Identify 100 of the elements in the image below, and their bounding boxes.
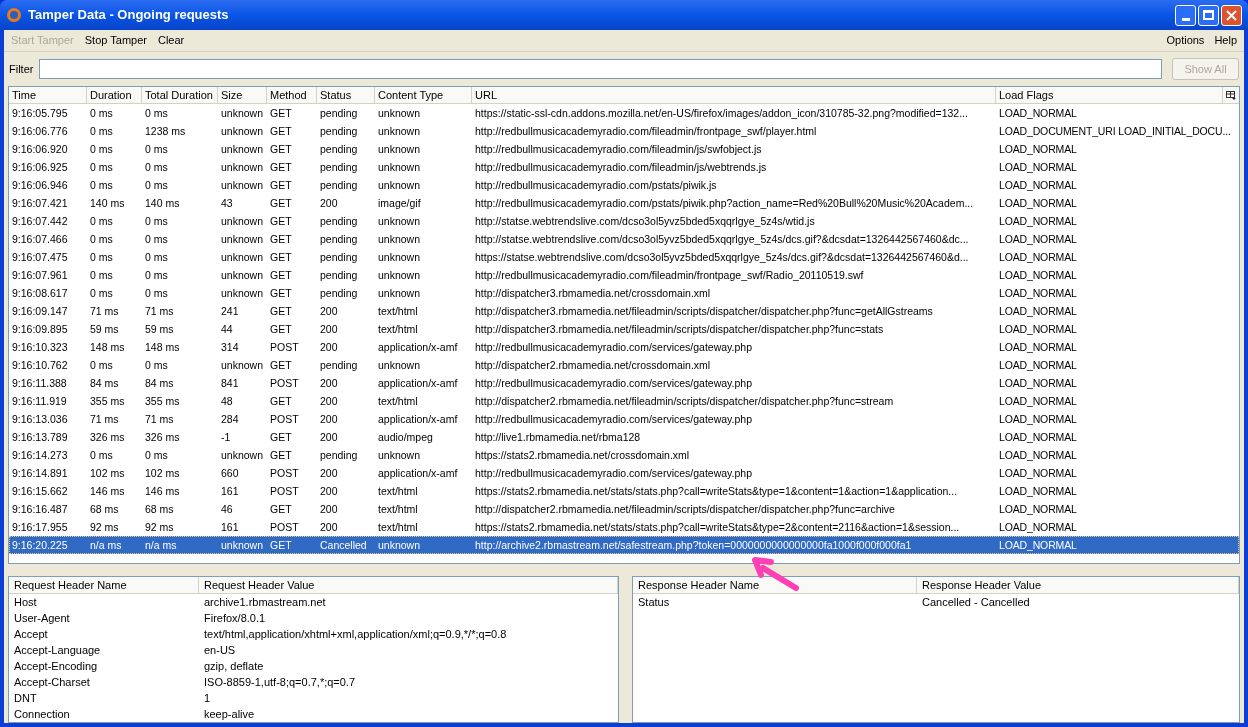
table-cell-text: 0 ms [144, 250, 169, 265]
toolbar-item[interactable]: Clear [157, 32, 185, 49]
column-header[interactable]: Status [317, 87, 375, 103]
request-row[interactable]: 9:16:13.036 71 ms 71 ms 284 POST 200 application/x-amf http://redbullmusicacademyradio.com/services/gateway.php LOAD_NORMAL [9, 410, 1239, 428]
request-row[interactable]: 9:16:06.925 0 ms 0 ms unknown GET pending unknown http://redbullmusicacademyradio.com/fileadmin/js/webtrends.js LOAD_NORMAL [9, 158, 1239, 176]
column-header[interactable]: Duration [87, 87, 142, 103]
table-cell-text: 146 ms [89, 484, 126, 499]
request-row[interactable]: 9:16:05.795 0 ms 0 ms unknown GET pending unknown https://static-ssl-cdn.addons.mozilla.net/en-US/firefox/images/addon_icon/310785-32.png?modified=132... LOAD_NORMAL [9, 104, 1239, 122]
column-header[interactable]: Size [218, 87, 267, 103]
request-row[interactable]: 9:16:15.662 146 ms 146 ms 161 POST 200 text/html https://stats2.rbmamedia.net/stats/stats.php?call=writeStats&type=1&content=1&action=1&application... LOAD_NORMAL [9, 482, 1239, 500]
column-header[interactable]: Time [9, 87, 87, 103]
table-cell-text: 0 ms [144, 142, 169, 157]
table-cell-text: 200 [319, 466, 339, 481]
request-row[interactable]: 9:16:07.961 0 ms 0 ms unknown GET pending unknown http://redbullmusicacademyradio.com/fileadmin/frontpage_swf/Radio_20110519.swf LOAD_NORMAL [9, 266, 1239, 284]
column-header[interactable]: Request Header Name [9, 577, 199, 593]
table-cell-text: Accept-Encoding [13, 659, 99, 674]
table-cell-text: 355 ms [144, 394, 181, 409]
table-cell-text: https://stats2.rbmamedia.net/stats/stats.php?call=writeStats&type=1&content=1&action=1&application... [474, 484, 959, 499]
table-cell-text: 0 ms [144, 286, 169, 301]
table-cell-text: pending [319, 178, 359, 193]
minimize-button[interactable] [1175, 4, 1196, 26]
close-button[interactable] [1221, 4, 1242, 26]
request-row[interactable]: 9:16:16.487 68 ms 68 ms 46 GET 200 text/html http://dispatcher2.rbmamedia.net/fileadmin/scripts/dispatcher/dispatcher.php?func=archive LOAD_NORMAL [9, 500, 1239, 518]
table-cell-text: 102 ms [144, 466, 181, 481]
request-row[interactable]: 9:16:09.147 71 ms 71 ms 241 GET 200 text/html http://dispatcher3.rbmamedia.net/fileadmin/scripts/dispatcher/dispatcher.php?func=getAllGstreams LOAD_NORMAL [9, 302, 1239, 320]
request-row[interactable]: 9:16:07.421 140 ms 140 ms 43 GET 200 image/gif http://redbullmusicacademyradio.com/pstats/piwik.php?action_name=Red%20Bull%20Music%20Academ... LOAD_NORMAL [9, 194, 1239, 212]
column-header[interactable]: Total Duration [142, 87, 218, 103]
table-cell-text: Host [13, 595, 38, 610]
request-row[interactable]: 9:16:14.273 0 ms 0 ms unknown GET pending unknown https://stats2.rbmamedia.net/crossdomain.xml LOAD_NORMAL [9, 446, 1239, 464]
column-header[interactable]: Response Header Value [917, 577, 1239, 593]
table-cell-text: 241 [220, 304, 240, 319]
request-row[interactable]: 9:16:06.776 0 ms 1238 ms unknown GET pending unknown http://redbullmusicacademyradio.com/fileadmin/frontpage_swf/player.html LOAD_DOCUMENT_URI LOAD_INITIAL_DOCU... [9, 122, 1239, 140]
table-cell-text: unknown [220, 142, 265, 157]
table-cell-text: 140 ms [144, 196, 181, 211]
maximize-button[interactable] [1198, 4, 1219, 26]
table-cell-text: LOAD_NORMAL [998, 412, 1078, 427]
table-cell-text: pending [319, 124, 359, 139]
table-cell-text: 148 ms [89, 340, 126, 355]
table-cell-text: LOAD_NORMAL [998, 448, 1078, 463]
table-cell-text: 0 ms [89, 160, 114, 175]
request-row[interactable]: 9:16:06.920 0 ms 0 ms unknown GET pending unknown http://redbullmusicacademyradio.com/fileadmin/js/swfobject.js LOAD_NORMAL [9, 140, 1239, 158]
menu-item[interactable]: Options [1166, 32, 1205, 49]
table-cell-text: 148 ms [144, 340, 181, 355]
column-header[interactable]: Response Header Name [633, 577, 917, 593]
table-cell-text: 314 [220, 340, 240, 355]
table-cell-text: GET [269, 358, 293, 373]
table-cell-text: LOAD_NORMAL [998, 160, 1078, 175]
table-cell-text: unknown [377, 160, 422, 175]
table-cell-text: Status [637, 595, 671, 610]
table-cell-text: 9:16:06.920 [11, 142, 69, 157]
request-row[interactable]: 9:16:20.225 n/a ms n/a ms unknown GET Cancelled unknown http://archive2.rbmastream.net/safestream.php?token=0000000000000000fa1000f000f000fa1 LOAD_NORMAL [9, 536, 1239, 554]
filter-field[interactable] [39, 59, 1162, 79]
request-row[interactable]: 9:16:10.323 148 ms 148 ms 314 POST 200 application/x-amf http://redbullmusicacademyradio.com/services/gateway.php LOAD_NORMAL [9, 338, 1239, 356]
table-cell-text: 9:16:07.442 [11, 214, 69, 229]
table-cell-text: unknown [220, 286, 265, 301]
request-row[interactable]: 9:16:06.946 0 ms 0 ms unknown GET pending unknown http://redbullmusicacademyradio.com/pstats/piwik.js LOAD_NORMAL [9, 176, 1239, 194]
table-cell-text: 68 ms [89, 502, 120, 517]
table-cell-text: 9:16:06.925 [11, 160, 69, 175]
table-cell-text: en-US [203, 643, 237, 658]
column-header[interactable]: Load Flags [996, 87, 1223, 103]
request-row[interactable]: 9:16:09.895 59 ms 59 ms 44 GET 200 text/html http://dispatcher3.rbmamedia.net/fileadmin/scripts/dispatcher/dispatcher.php?func=stats LOAD_NORMAL [9, 320, 1239, 338]
request-row[interactable]: 9:16:11.388 84 ms 84 ms 841 POST 200 application/x-amf http://redbullmusicacademyradio.com/services/gateway.php LOAD_NORMAL [9, 374, 1239, 392]
request-row[interactable]: 9:16:08.617 0 ms 0 ms unknown GET pending unknown http://dispatcher3.rbmamedia.net/crossdomain.xml LOAD_NORMAL [9, 284, 1239, 302]
table-cell-text: unknown [220, 160, 265, 175]
request-row[interactable]: 9:16:07.475 0 ms 0 ms unknown GET pending unknown https://statse.webtrendslive.com/dcso3ol5yvz5bded5xqqrlgye_5z4s/dcs.gif?&dcsdat=1326442567460&d... LOAD_NORMAL [9, 248, 1239, 266]
request-row[interactable]: 9:16:13.789 326 ms 326 ms -1 GET 200 audio/mpeg http://live1.rbmamedia.net/rbma128 LOAD_NORMAL [9, 428, 1239, 446]
table-cell-text: LOAD_NORMAL [998, 142, 1078, 157]
column-header[interactable]: Request Header Value [199, 577, 618, 593]
column-picker-icon[interactable] [1226, 90, 1236, 100]
column-header[interactable]: Content Type [375, 87, 472, 103]
table-cell-text: LOAD_NORMAL [998, 178, 1078, 193]
table-cell-text: http://redbullmusicacademyradio.com/services/gateway.php [474, 466, 754, 481]
table-cell-text: text/html [377, 502, 419, 517]
table-cell-text: 200 [319, 484, 339, 499]
table-cell-text: LOAD_NORMAL [998, 286, 1078, 301]
request-row[interactable]: 9:16:07.442 0 ms 0 ms unknown GET pending unknown http://statse.webtrendslive.com/dcso3ol5yvz5bded5xqqrlgye_5z4s/wtid.js LOAD_NORMAL [9, 212, 1239, 230]
table-cell-text: unknown [220, 538, 265, 553]
table-cell-text: image/gif [377, 196, 422, 211]
menu-item[interactable]: Help [1214, 32, 1237, 49]
table-cell-text: http://redbullmusicacademyradio.com/fileadmin/frontpage_swf/player.html [474, 124, 818, 139]
table-cell-text: n/a ms [89, 538, 123, 553]
column-header[interactable]: Method [267, 87, 317, 103]
table-cell-text: Cancelled [319, 538, 368, 553]
table-cell-text: POST [269, 484, 300, 499]
column-header[interactable]: URL [472, 87, 996, 103]
request-row[interactable]: 9:16:11.919 355 ms 355 ms 48 GET 200 text/html http://dispatcher2.rbmamedia.net/fileadmin/scripts/dispatcher/dispatcher.php?func=stream LOAD_NORMAL [9, 392, 1239, 410]
table-cell-text: 146 ms [144, 484, 181, 499]
table-cell-text: unknown [377, 124, 422, 139]
table-cell-text: GET [269, 502, 293, 517]
request-row[interactable]: 9:16:10.762 0 ms 0 ms unknown GET pending unknown http://dispatcher2.rbmamedia.net/crossdomain.xml LOAD_NORMAL [9, 356, 1239, 374]
table-cell-text: 9:16:17.955 [11, 520, 69, 535]
request-row[interactable]: 9:16:14.891 102 ms 102 ms 660 POST 200 application/x-amf http://redbullmusicacademyradio.com/services/gateway.php LOAD_NORMAL [9, 464, 1239, 482]
table-cell-text: https://stats2.rbmamedia.net/stats/stats.php?call=writeStats&type=2&content=2116&action=1&session... [474, 520, 961, 535]
request-row[interactable]: 9:16:07.466 0 ms 0 ms unknown GET pending unknown http://statse.webtrendslive.com/dcso3ol5yvz5bded5xqqrlgye_5z4s/dcs.gif?&dcsdat=1326442567460&dc... LOAD_NORMAL [9, 230, 1239, 248]
table-cell-text: unknown [220, 106, 265, 121]
table-cell-text: GET [269, 322, 293, 337]
request-row[interactable]: 9:16:17.955 92 ms 92 ms 161 POST 200 text/html https://stats2.rbmamedia.net/stats/stats.php?call=writeStats&type=2&content=2116&action=1&session... LOAD_NORMAL [9, 518, 1239, 536]
toolbar-item[interactable]: Stop Tamper [84, 32, 147, 49]
table-cell-text: GET [269, 142, 293, 157]
table-cell-text: 92 ms [144, 520, 175, 535]
